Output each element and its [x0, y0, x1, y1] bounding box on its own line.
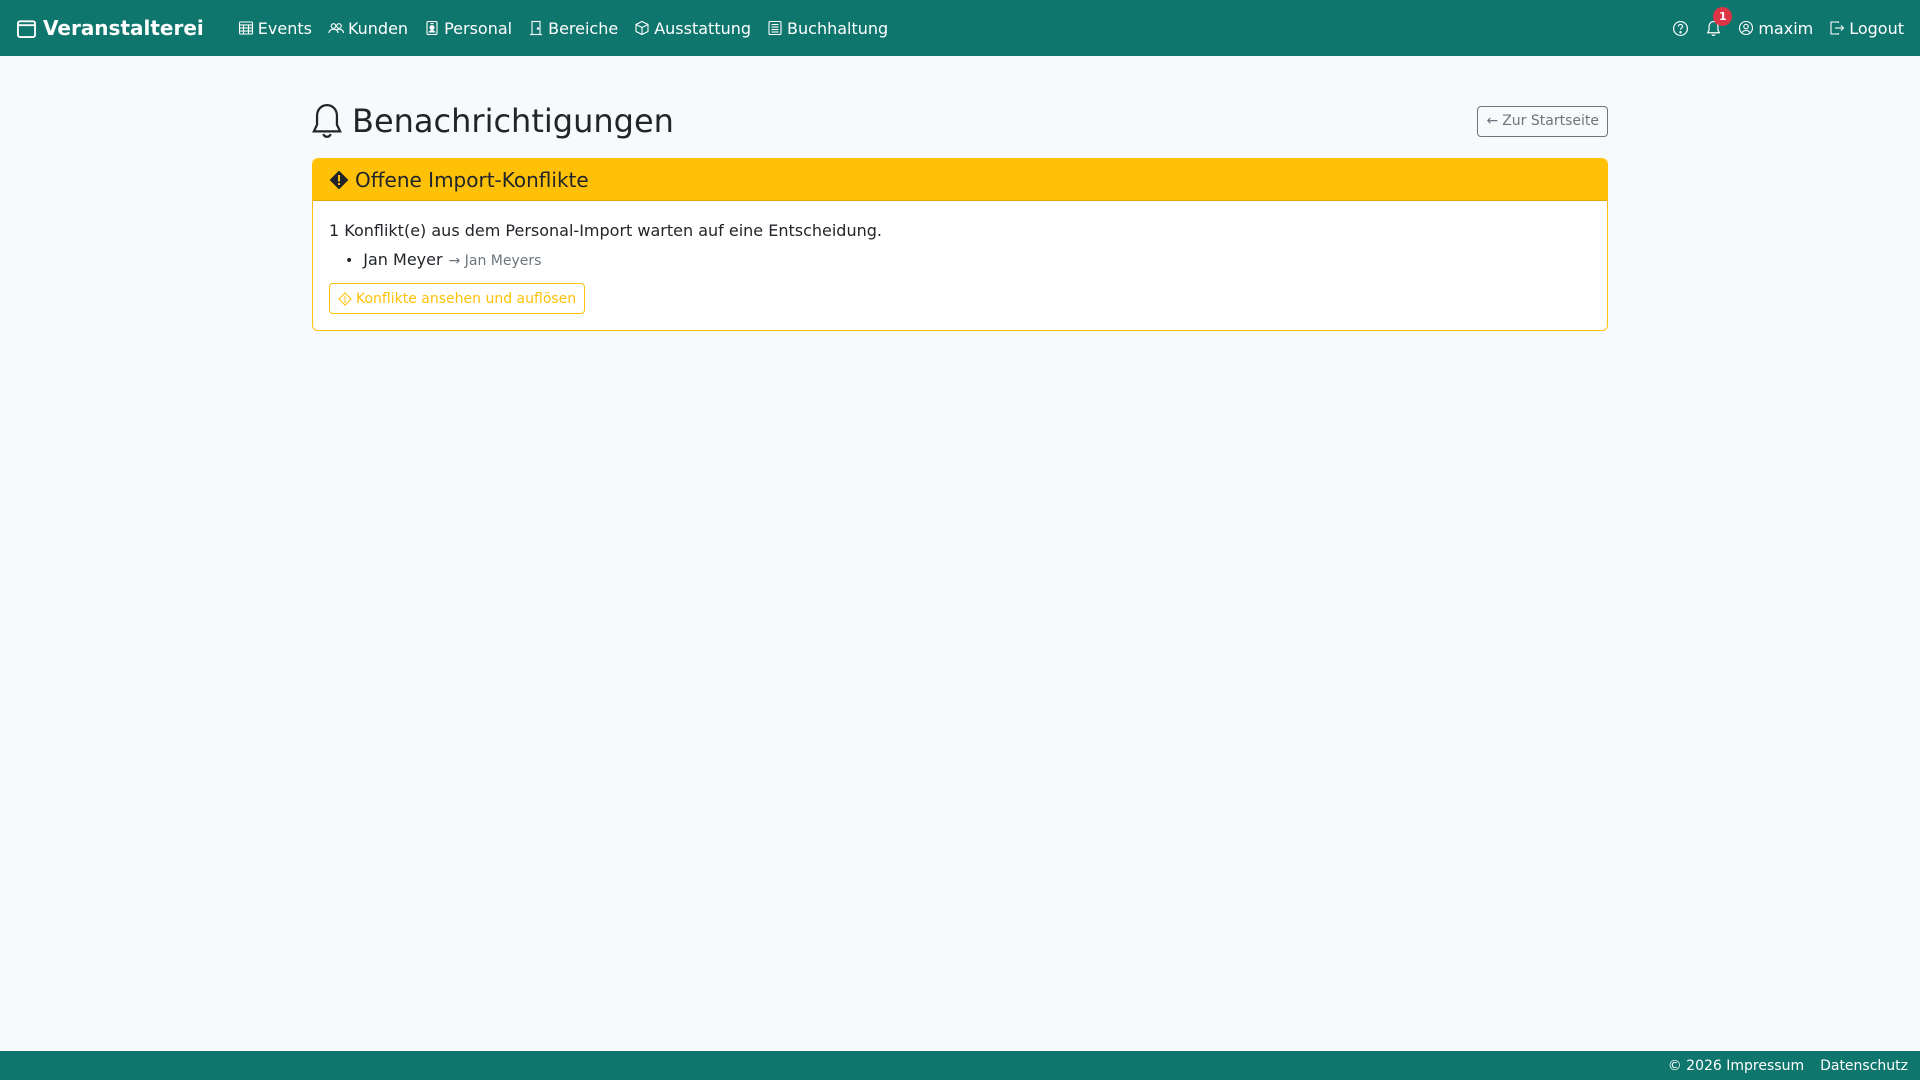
bell-icon	[312, 103, 342, 138]
ledger-icon	[768, 20, 782, 36]
calendar-grid-icon	[238, 21, 253, 35]
arrow-right-icon: →	[448, 253, 461, 269]
conflict-list: • Jan Meyer → Jan Meyers	[345, 250, 1591, 269]
page-header: Benachrichtigungen ← Zur Startseite	[312, 96, 1608, 146]
page-title: Benachrichtigungen	[312, 102, 674, 140]
nav-item-label: Bereiche	[548, 18, 619, 38]
door-icon	[530, 20, 543, 36]
impressum-link[interactable]: © 2026 Impressum	[1668, 1058, 1804, 1074]
logout-icon	[1830, 21, 1845, 35]
person-badge-icon	[426, 20, 438, 36]
notification-badge: 1	[1713, 6, 1733, 26]
help-button[interactable]	[1672, 20, 1689, 37]
footer: © 2026 Impressum Datenschutz	[0, 1051, 1920, 1080]
nav-right: 1 maxim Logout	[1672, 6, 1904, 38]
page-title-text: Benachrichtigungen	[352, 102, 674, 140]
resolve-button-label: Konflikte ansehen und auflösen	[356, 290, 577, 307]
card-body: 1 Konflikt(e) aus dem Personal-Import wa…	[313, 201, 1607, 330]
nav-item-label: Buchhaltung	[787, 18, 889, 38]
datenschutz-link[interactable]: Datenschutz	[1820, 1058, 1908, 1074]
warning-diamond-icon	[329, 170, 349, 189]
card-header-title: Offene Import-Konflikte	[355, 167, 589, 192]
nav-links: Events Kunden Personal Bereiche Ausstatt…	[238, 19, 888, 38]
import-conflicts-card: Offene Import-Konflikte 1 Konflikt(e) au…	[312, 158, 1608, 331]
nav-item-label: Kunden	[347, 18, 409, 38]
arrow-left-icon: ←	[1486, 113, 1499, 129]
nav-item-label: Events	[257, 18, 312, 38]
nav-item-bereiche[interactable]: Bereiche	[528, 19, 618, 38]
logout-label: Logout	[1849, 18, 1904, 38]
top-navbar: Veranstalterei Events Kunden Personal Be…	[0, 0, 1920, 56]
list-item: • Jan Meyer → Jan Meyers	[345, 250, 1591, 269]
back-button-label: Zur Startseite	[1502, 113, 1599, 129]
nav-item-events[interactable]: Events	[238, 19, 312, 38]
bullet: •	[345, 253, 354, 269]
resolve-conflicts-button[interactable]: Konflikte ansehen und auflösen	[329, 283, 586, 314]
box-icon	[635, 20, 649, 36]
nav-item-kunden[interactable]: Kunden	[328, 19, 408, 38]
notifications-button[interactable]: 1	[1705, 6, 1733, 37]
conflict-target: → Jan Meyers	[449, 253, 542, 269]
conflict-source-name: Jan Meyer	[363, 250, 443, 269]
nav-item-personal[interactable]: Personal	[424, 19, 512, 38]
brand-link[interactable]: Veranstalterei	[16, 16, 204, 40]
warning-diamond-outline-icon	[338, 291, 352, 306]
people-icon	[328, 23, 344, 34]
user-menu[interactable]: maxim	[1738, 19, 1813, 38]
nav-item-label: Ausstattung	[654, 18, 752, 38]
nav-item-buchhaltung[interactable]: Buchhaltung	[767, 19, 888, 38]
nav-item-ausstattung[interactable]: Ausstattung	[634, 19, 751, 38]
calendar-icon	[17, 19, 36, 38]
logout-link[interactable]: Logout	[1829, 19, 1904, 38]
question-circle-icon	[1673, 20, 1689, 36]
conflict-target-name: Jan Meyers	[464, 253, 542, 269]
username-label: maxim	[1758, 18, 1814, 38]
back-to-home-button[interactable]: ← Zur Startseite	[1477, 105, 1608, 137]
brand-label: Veranstalterei	[43, 16, 204, 40]
person-circle-icon	[1739, 20, 1754, 36]
card-header: Offene Import-Konflikte	[313, 159, 1607, 201]
conflict-summary: 1 Konflikt(e) aus dem Personal-Import wa…	[329, 221, 882, 240]
main-content: Benachrichtigungen ← Zur Startseite Offe…	[312, 56, 1608, 331]
nav-item-label: Personal	[444, 18, 513, 38]
